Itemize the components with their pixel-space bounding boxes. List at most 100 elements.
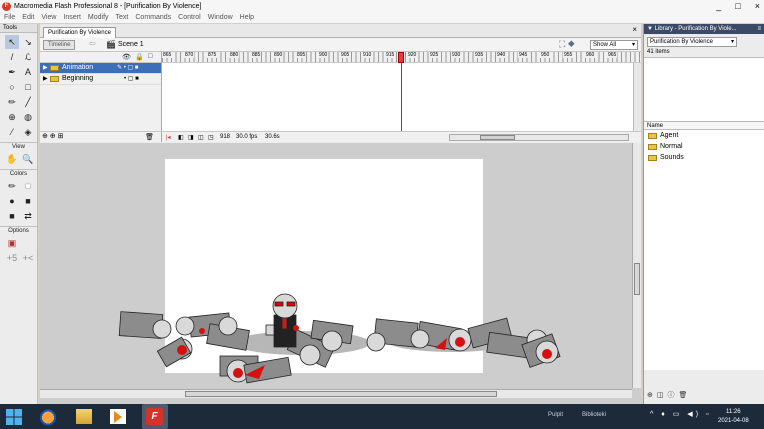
window-controls: _ □ ×	[716, 0, 760, 12]
tick-label: 895	[296, 52, 307, 58]
delete-icon[interactable]: 🗑	[679, 391, 688, 399]
menu-view[interactable]: View	[41, 14, 56, 21]
line-tool-icon[interactable]: /	[5, 50, 19, 64]
maximize-button[interactable]: □	[735, 0, 740, 12]
swap-colors-icon[interactable]: ⇄	[21, 209, 35, 223]
zoom-value: Show All	[593, 42, 617, 48]
rectangle-tool-icon[interactable]: □	[21, 80, 35, 94]
onion-outline-icon[interactable]: ◨	[188, 134, 194, 141]
expand-arrow-icon[interactable]: ▶	[43, 64, 48, 71]
library-header[interactable]: ▼ Library - Purification By Viole... ≡	[644, 24, 764, 34]
pen-tool-icon[interactable]: ✒	[5, 65, 19, 79]
layer-animation[interactable]: ▶ Animation ✎ • ▢ ■	[40, 63, 161, 74]
windows-start-icon[interactable]	[5, 408, 23, 426]
library-item[interactable]: Normal	[644, 141, 764, 152]
document-tab[interactable]: Purification By Violence	[43, 27, 116, 38]
layer-name: Beginning	[62, 75, 94, 82]
selection-tool-icon[interactable]: ↖	[5, 35, 19, 49]
eraser-tool-icon[interactable]: ◈	[21, 125, 35, 139]
scroll-thumb[interactable]	[480, 135, 515, 140]
stroke-color-icon[interactable]: ✏	[5, 179, 19, 193]
text-tool-icon[interactable]: A	[21, 65, 35, 79]
flash-taskbar-button[interactable]: F	[142, 404, 168, 429]
scroll-thumb[interactable]	[185, 391, 497, 397]
folder-icon	[648, 155, 657, 161]
library-name-column[interactable]: Name	[644, 122, 764, 130]
layer-name: Animation	[62, 64, 94, 71]
playhead[interactable]	[398, 52, 404, 63]
menu-control[interactable]: Control	[178, 14, 201, 21]
back-arrow-icon[interactable]: ⇦	[89, 39, 96, 48]
onion-markers-icon[interactable]: ◳	[208, 134, 214, 141]
firefox-icon[interactable]	[37, 406, 59, 427]
straighten-option-icon[interactable]: +<	[21, 251, 35, 265]
snap-magnet-icon[interactable]: ▣	[5, 236, 19, 250]
system-tray-icons[interactable]: ^ ♦ ▭ ◀) ▫	[650, 410, 711, 418]
brush-tool-icon[interactable]: ╱	[21, 95, 35, 109]
eye-icon[interactable]: 👁	[122, 53, 131, 61]
expand-arrow-icon[interactable]: ▶	[43, 75, 48, 82]
media-player-icon[interactable]	[107, 406, 129, 427]
stage-horizontal-scrollbar[interactable]	[40, 389, 632, 398]
timeline-horizontal-scrollbar[interactable]	[449, 134, 629, 141]
minimize-button[interactable]: _	[716, 0, 721, 12]
close-button[interactable]: ×	[755, 0, 760, 12]
frame-ruler[interactable]: 865 870 875 880 885 890 895 900 905 910 …	[162, 52, 641, 63]
document-close-button[interactable]: ×	[632, 25, 637, 34]
menu-modify[interactable]: Modify	[88, 14, 109, 21]
black-white-icon[interactable]: ■	[5, 209, 19, 223]
trash-icon[interactable]: 🗑	[145, 133, 154, 141]
libraries-toolbar[interactable]: Biblioteki	[582, 412, 606, 418]
file-explorer-icon[interactable]	[73, 406, 95, 427]
scroll-thumb[interactable]	[634, 263, 640, 295]
new-symbol-icon[interactable]: ⊕	[647, 391, 653, 399]
stage-vertical-scrollbar[interactable]	[632, 143, 641, 388]
lock-icon[interactable]: 🔒	[135, 53, 144, 61]
eyedropper-tool-icon[interactable]: ⁄	[5, 125, 19, 139]
properties-icon[interactable]: ⓘ	[668, 390, 675, 400]
library-preview	[644, 57, 764, 122]
onion-skin-icon[interactable]: ◧	[178, 134, 184, 141]
title-bar: F Macromedia Flash Professional 8 - [Pur…	[0, 0, 764, 12]
menu-commands[interactable]: Commands	[135, 14, 171, 21]
smooth-option-icon[interactable]: +5	[5, 251, 19, 265]
frame-area[interactable]: 865 870 875 880 885 890 895 900 905 910 …	[162, 52, 641, 142]
oval-tool-icon[interactable]: ○	[5, 80, 19, 94]
folder-icon	[648, 144, 657, 150]
menu-text[interactable]: Text	[116, 14, 129, 21]
menu-help[interactable]: Help	[240, 14, 254, 21]
free-transform-tool-icon[interactable]: ⊕	[5, 110, 19, 124]
edit-symbol-icons[interactable]: ⛶ ◆	[559, 39, 575, 50]
outline-icon[interactable]: □	[148, 53, 152, 60]
menu-insert[interactable]: Insert	[63, 14, 81, 21]
fill-swatch[interactable]: ■	[21, 194, 35, 208]
scene-artwork[interactable]	[40, 143, 632, 388]
timeline-vertical-scrollbar[interactable]	[633, 63, 641, 131]
zoom-select[interactable]: Show All ▾	[590, 40, 638, 50]
clock-date[interactable]: 2021-04-08	[718, 418, 749, 424]
desktop-toolbar[interactable]: Pulpit	[548, 412, 563, 418]
subselection-tool-icon[interactable]: ↘	[21, 35, 35, 49]
clock-time[interactable]: 11:26	[726, 409, 741, 415]
lasso-tool-icon[interactable]: ℒ	[21, 50, 35, 64]
library-item[interactable]: Sounds	[644, 152, 764, 163]
center-frame-icon[interactable]: |◂	[166, 134, 171, 141]
library-document-select[interactable]: Purification By Violence ▾	[647, 37, 737, 47]
stroke-swatch[interactable]: ■	[21, 179, 35, 193]
layer-beginning[interactable]: ▶ Beginning • ▢ ■	[40, 74, 161, 85]
tick-label: 965	[607, 52, 618, 58]
zoom-tool-icon[interactable]: 🔍	[21, 152, 35, 166]
menu-file[interactable]: File	[4, 14, 15, 21]
new-folder-icon[interactable]: ◫	[657, 391, 664, 399]
fill-color-icon[interactable]: ●	[5, 194, 19, 208]
pencil-tool-icon[interactable]: ✏	[5, 95, 19, 109]
hand-tool-icon[interactable]: ✋	[5, 152, 19, 166]
library-item[interactable]: Agent	[644, 130, 764, 141]
fill-transform-tool-icon[interactable]: ◍	[21, 110, 35, 124]
panel-menu-icon[interactable]: ≡	[757, 24, 761, 34]
menu-edit[interactable]: Edit	[22, 14, 34, 21]
add-layer-icons[interactable]: ⊕ ⊕ ⊞	[42, 133, 64, 140]
timeline-toggle-button[interactable]: Timeline	[43, 40, 76, 50]
edit-multiple-frames-icon[interactable]: ◫	[198, 134, 204, 141]
menu-window[interactable]: Window	[208, 14, 233, 21]
